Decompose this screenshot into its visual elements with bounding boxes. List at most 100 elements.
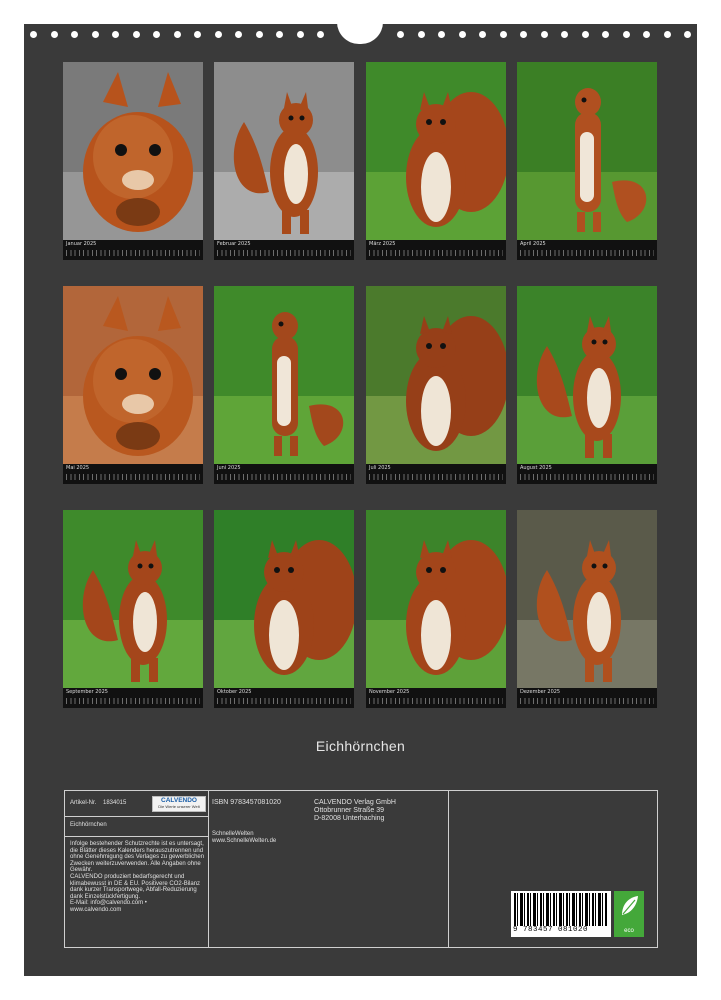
month-page: August 2025 — [517, 286, 657, 486]
binding-hole — [479, 31, 486, 38]
month-page: November 2025 — [366, 510, 506, 710]
publisher-name: CALVENDO Verlag GmbH — [314, 799, 396, 806]
month-label: September 2025 — [66, 689, 108, 695]
binding-hole — [235, 31, 242, 38]
day-grid — [66, 698, 200, 704]
binding-hole — [276, 31, 283, 38]
month-calendar-strip: Mai 2025 — [63, 464, 203, 484]
month-photo — [366, 510, 506, 688]
month-label: Januar 2025 — [66, 241, 97, 247]
month-calendar-strip: September 2025 — [63, 688, 203, 708]
hanger-cutout — [337, 22, 383, 44]
month-page: Januar 2025 — [63, 62, 203, 262]
month-photo — [63, 62, 203, 240]
month-photo — [517, 510, 657, 688]
day-grid — [66, 474, 200, 480]
month-calendar-strip: Juli 2025 — [366, 464, 506, 484]
month-calendar-strip: Februar 2025 — [214, 240, 354, 260]
calendar-title: Eichhörnchen — [315, 738, 406, 754]
binding-hole — [132, 31, 140, 38]
binding-hole — [173, 31, 181, 38]
day-grid — [369, 474, 503, 480]
binding-hole — [520, 31, 527, 38]
binding-hole — [561, 31, 568, 38]
month-calendar-strip: November 2025 — [366, 688, 506, 708]
binding-hole — [91, 31, 99, 38]
binding-hole — [30, 31, 37, 38]
binding-hole — [71, 31, 78, 38]
month-photo — [63, 510, 203, 688]
month-label: November 2025 — [369, 689, 410, 695]
month-page: März 2025 — [366, 62, 506, 262]
month-photo — [214, 286, 354, 464]
barcode: 9 783457 081020 — [511, 891, 611, 937]
day-grid — [520, 250, 654, 256]
product-title: Eichhörnchen — [70, 822, 107, 828]
binding-hole — [438, 31, 445, 38]
author-url: www.SchnelleWelten.de — [212, 838, 277, 844]
day-grid — [217, 698, 351, 704]
day-grid — [369, 250, 503, 256]
month-calendar-strip: August 2025 — [517, 464, 657, 484]
month-label: Februar 2025 — [217, 241, 251, 247]
day-grid — [520, 698, 654, 704]
month-photo — [517, 286, 657, 464]
binding-hole — [663, 31, 671, 38]
binding-hole — [602, 31, 609, 38]
isbn: ISBN 9783457081020 — [212, 799, 281, 806]
month-page: September 2025 — [63, 510, 203, 710]
info-box: Artikel-Nr. 1834015 CALVENDO Die Werte u… — [64, 790, 658, 948]
publisher-city: D-82008 Unterhaching — [314, 815, 385, 822]
month-page: Juni 2025 — [214, 286, 354, 486]
day-grid — [520, 474, 654, 480]
month-page: Dezember 2025 — [517, 510, 657, 710]
month-calendar-strip: April 2025 — [517, 240, 657, 260]
binding-hole — [194, 31, 201, 38]
binding-hole — [112, 31, 119, 38]
day-grid — [217, 250, 351, 256]
month-photo — [63, 286, 203, 464]
binding-hole — [397, 31, 404, 38]
month-label: Juli 2025 — [369, 465, 391, 471]
month-label: Dezember 2025 — [520, 689, 561, 695]
day-grid — [217, 474, 351, 480]
binding-hole — [499, 31, 507, 38]
calendar-back-sheet: Januar 2025 Februar 2025 März 2025 April… — [24, 22, 697, 976]
month-label: Mai 2025 — [66, 465, 90, 471]
info-column-middle: ISBN 9783457081020 SchnelleWelten www.Sc… — [208, 791, 449, 947]
barcode-bars — [514, 893, 608, 926]
author-name: SchnelleWelten — [212, 831, 254, 837]
binding-hole — [153, 31, 160, 38]
article-number: 1834015 — [103, 800, 127, 806]
binding-hole — [50, 31, 58, 38]
calvendo-logo: CALVENDO Die Werte unserer Welt — [152, 796, 206, 812]
binding-hole — [255, 31, 263, 38]
month-photo — [214, 510, 354, 688]
month-page: April 2025 — [517, 62, 657, 262]
month-label: Juni 2025 — [217, 465, 241, 471]
month-label: April 2025 — [520, 241, 546, 247]
month-calendar-strip: März 2025 — [366, 240, 506, 260]
article-label: Artikel-Nr. — [70, 800, 97, 806]
barcode-number: 9 783457 081020 — [513, 926, 589, 934]
binding-hole — [540, 31, 548, 38]
month-page: Mai 2025 — [63, 286, 203, 486]
binding-hole — [214, 31, 222, 38]
leaf-icon — [622, 896, 638, 915]
info-column-left: Artikel-Nr. 1834015 CALVENDO Die Werte u… — [65, 791, 209, 947]
info-column-right: 9 783457 081020 eco — [448, 791, 657, 947]
day-grid — [66, 250, 200, 256]
month-calendar-strip: Oktober 2025 — [214, 688, 354, 708]
binding-hole — [622, 31, 630, 38]
month-label: Oktober 2025 — [217, 689, 252, 695]
binding-hole — [317, 31, 324, 38]
binding-hole — [458, 31, 466, 38]
month-calendar-strip: Januar 2025 — [63, 240, 203, 260]
month-page: Februar 2025 — [214, 62, 354, 262]
binding-hole — [296, 31, 304, 38]
legal-notice: Infolge bestehender Schutzrechte ist es … — [70, 841, 205, 913]
month-photo — [366, 286, 506, 464]
month-page: Oktober 2025 — [214, 510, 354, 710]
binding-hole — [417, 31, 425, 38]
month-photo — [214, 62, 354, 240]
